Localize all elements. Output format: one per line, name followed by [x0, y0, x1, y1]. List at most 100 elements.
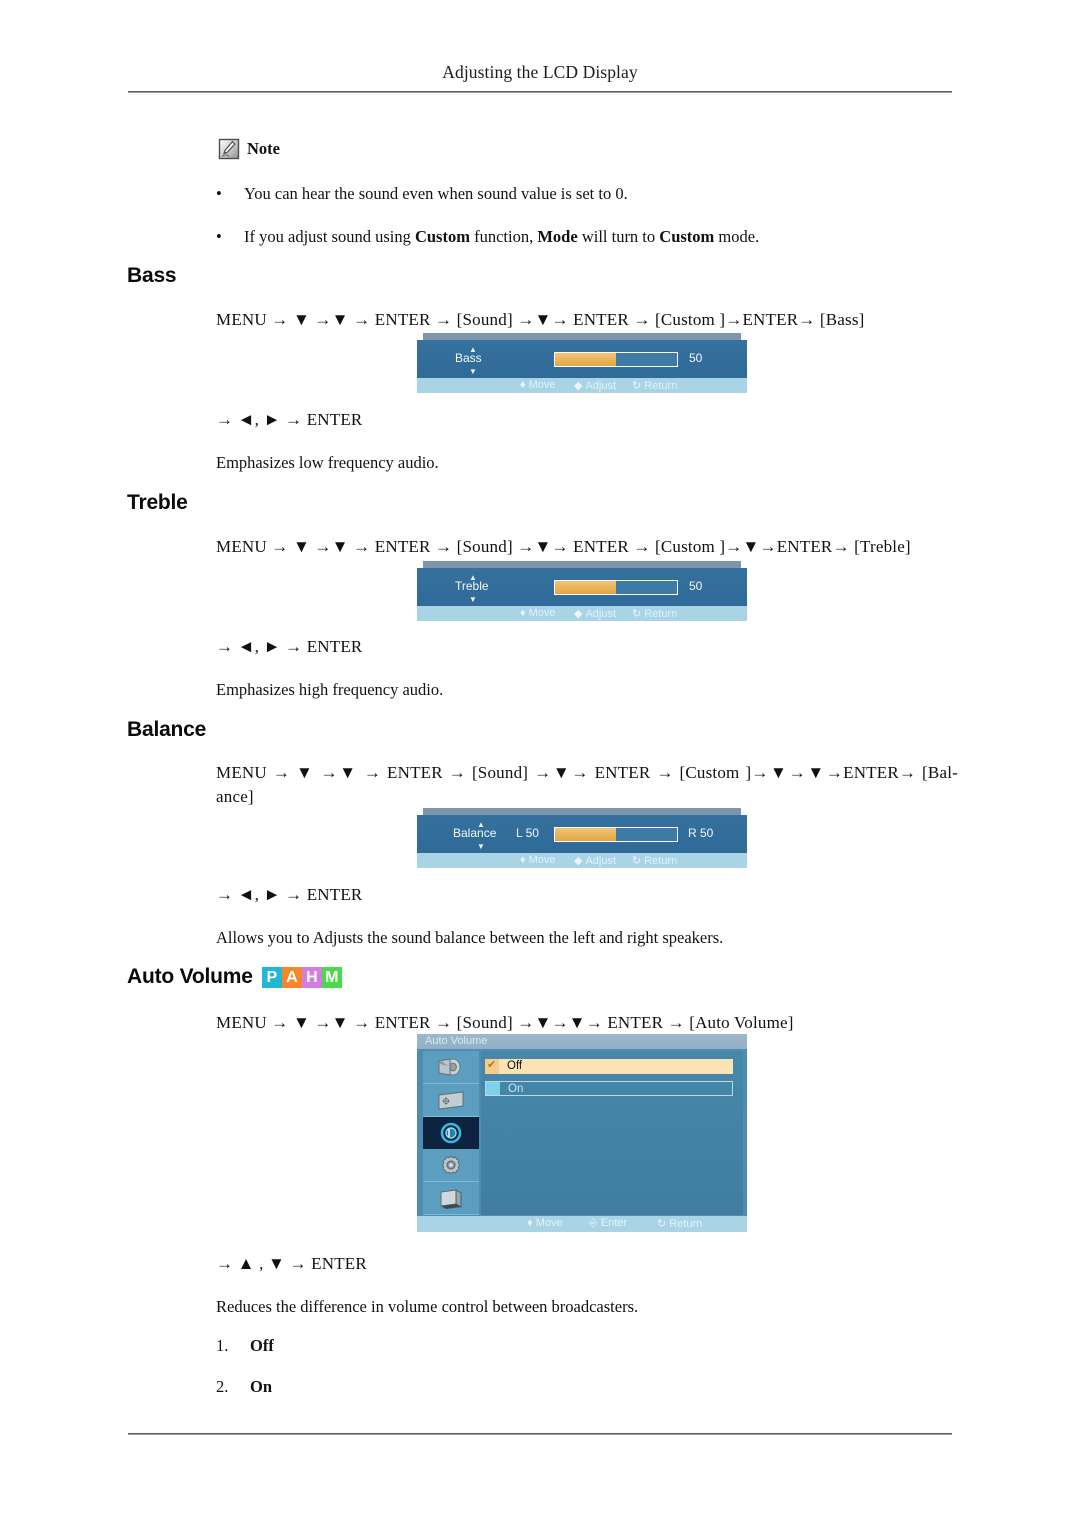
- key-path-bass: → ◄, ► → ENTER: [216, 410, 363, 429]
- osd-option-off[interactable]: ✔ Off: [485, 1059, 733, 1074]
- return-glyph-icon: ↻: [632, 855, 642, 867]
- badge-m: M: [321, 967, 342, 988]
- osd-body: ▲ Balance ▼ L 50 R 50: [417, 815, 747, 853]
- adjust-glyph-icon: ◆: [574, 380, 583, 392]
- move-glyph-icon: ♦: [527, 1217, 533, 1229]
- osd-footer-auto-volume: ♦ Move ⎆ Enter ↻ Return: [417, 1216, 747, 1232]
- bullet-dot: •: [216, 227, 222, 246]
- osd-treble: ▲ Treble ▼ 50 ♦ Move ◆ Adjust ↻ Return: [417, 561, 747, 621]
- osd-footer-enter: ⎆ Enter: [589, 1217, 628, 1229]
- option-number: 2.: [216, 1377, 229, 1396]
- osd-slider-track-treble[interactable]: [554, 580, 678, 595]
- badge-p: P: [261, 967, 282, 988]
- description-balance: Allows you to Adjusts the sound balance …: [216, 928, 724, 947]
- osd-footer-adjust: ◆ Adjust: [574, 380, 617, 392]
- menu-path-auto-volume: MENU → ▼ →▼ → ENTER → [Sound] →▼→▼→ ENTE…: [216, 1013, 794, 1032]
- section-heading-balance: Balance: [127, 718, 207, 741]
- move-glyph-icon: ♦: [520, 854, 526, 866]
- option-value: Off: [250, 1336, 274, 1355]
- osd-slider-track-bass[interactable]: [554, 352, 678, 367]
- note-label: Note: [247, 139, 280, 158]
- osd-slider-fill-bass: [555, 353, 616, 366]
- move-glyph-icon: ♦: [520, 607, 526, 619]
- option-swatch: [486, 1082, 500, 1095]
- osd-footer-return: ↻ Return: [657, 1218, 703, 1230]
- sidebar-item-multi-control[interactable]: [423, 1182, 479, 1215]
- menu-path-balance: MENU → ▼ →▼ → ENTER → [Sound] →▼→ ENTER …: [216, 763, 958, 806]
- document-page: Adjusting the LCD Display Note • You can…: [0, 0, 1080, 1527]
- osd-footer-return: ↻ Return: [632, 380, 678, 392]
- osd-option-on-label: On: [508, 1083, 524, 1095]
- osd-auto-volume: Auto Volume ✔ Off On ♦ Move ⎆ Enter ↻ Re…: [417, 1034, 747, 1232]
- footer-rule: [128, 1433, 952, 1435]
- osd-down-arrow: ▼: [469, 367, 477, 376]
- osd-label-bass: Bass: [455, 351, 482, 365]
- adjust-glyph-icon: ◆: [574, 608, 583, 620]
- osd-slider-fill-treble: [555, 581, 616, 594]
- setup-gear-icon: [441, 1156, 461, 1175]
- osd-footer-adjust: ◆ Adjust: [574, 608, 617, 620]
- section-heading-auto-volume: Auto Volume P A H M: [127, 965, 342, 989]
- auto-volume-option-1: 1. Off: [216, 1336, 274, 1356]
- move-glyph-icon: ♦: [520, 379, 526, 391]
- sidebar-item-setup[interactable]: [423, 1149, 479, 1183]
- osd-bass: ▲ Bass ▼ 50 ♦ Move ◆ Adjust ↻ Return: [417, 333, 747, 393]
- osd-footer-bass: ♦ Move ◆ Adjust ↻ Return: [417, 378, 747, 393]
- key-path-treble: → ◄, ► → ENTER: [216, 637, 363, 656]
- osd-slider-track-balance[interactable]: [554, 827, 678, 842]
- return-glyph-icon: ↻: [632, 608, 642, 620]
- description-bass: Emphasizes low frequency audio.: [216, 453, 439, 472]
- osd-footer-balance: ♦ Move ◆ Adjust ↻ Return: [417, 853, 747, 868]
- checkmark-icon: ✔: [487, 1059, 497, 1071]
- osd-footer-return: ↻ Return: [632, 608, 678, 620]
- osd-title-bar: Auto Volume: [417, 1034, 747, 1049]
- osd-footer-move: ♦ Move: [520, 607, 556, 619]
- key-path-auto-volume: → ▲ , ▼ → ENTER: [216, 1254, 367, 1273]
- osd-left-value-balance: L 50: [516, 826, 539, 840]
- sidebar-item-sound[interactable]: [423, 1116, 479, 1150]
- osd-body: ▲ Treble ▼ 50: [417, 568, 747, 606]
- pahm-badge-group: PAHM: [261, 967, 342, 988]
- osd-footer-return: ↻ Return: [632, 855, 678, 867]
- osd-value-treble: 50: [689, 579, 703, 593]
- key-path-balance: → ◄, ► → ENTER: [216, 885, 363, 904]
- osd-slider-fill-balance: [555, 828, 616, 841]
- osd-footer-treble: ♦ Move ◆ Adjust ↻ Return: [417, 606, 747, 621]
- picture-icon: [438, 1058, 461, 1076]
- return-glyph-icon: ↻: [657, 1218, 667, 1230]
- description-treble: Emphasizes high frequency audio.: [216, 680, 444, 699]
- osd-cap-bar: [423, 808, 741, 815]
- auto-volume-heading-text: Auto Volume: [127, 965, 253, 988]
- note-block: Note: [218, 138, 280, 160]
- option-number: 1.: [216, 1336, 229, 1355]
- osd-option-list: ✔ Off On: [481, 1051, 743, 1215]
- osd-down-arrow: ▼: [477, 842, 485, 851]
- auto-volume-option-2: 2. On: [216, 1377, 272, 1397]
- osd-label-balance: Balance: [453, 826, 497, 840]
- badge-h: H: [301, 967, 322, 988]
- multi-control-icon: [440, 1189, 462, 1210]
- sidebar-item-display[interactable]: [423, 1083, 479, 1117]
- badge-a: A: [281, 967, 302, 988]
- osd-footer-adjust: ◆ Adjust: [574, 855, 617, 867]
- osd-cap-bar: [423, 333, 741, 340]
- section-heading-treble: Treble: [127, 491, 188, 514]
- note-bullet-2: • If you adjust sound using Custom funct…: [216, 226, 956, 247]
- osd-label-treble: Treble: [455, 579, 489, 593]
- note-pencil-icon: [218, 138, 240, 160]
- sidebar-item-picture[interactable]: [423, 1051, 479, 1084]
- section-heading-bass: Bass: [127, 264, 177, 287]
- menu-path-bass: MENU → ▼ →▼ → ENTER → [Sound] →▼→ ENTER …: [216, 310, 865, 329]
- osd-right-value-balance: R 50: [688, 826, 714, 840]
- osd-body: ▲ Bass ▼ 50: [417, 340, 747, 378]
- osd-balance: ▲ Balance ▼ L 50 R 50 ♦ Move ◆ Adjust ↻ Ret…: [417, 808, 747, 868]
- bullet-dot: •: [216, 184, 222, 203]
- osd-option-on[interactable]: On: [485, 1081, 733, 1096]
- osd-down-arrow: ▼: [469, 595, 477, 604]
- osd-cap-bar: [423, 561, 741, 568]
- osd-option-off-label: Off: [507, 1060, 523, 1072]
- osd-sidebar: [423, 1051, 479, 1215]
- osd-value-bass: 50: [689, 351, 703, 365]
- note-bullet-2-text: If you adjust sound using Custom functio…: [244, 227, 760, 246]
- return-glyph-icon: ↻: [632, 380, 642, 392]
